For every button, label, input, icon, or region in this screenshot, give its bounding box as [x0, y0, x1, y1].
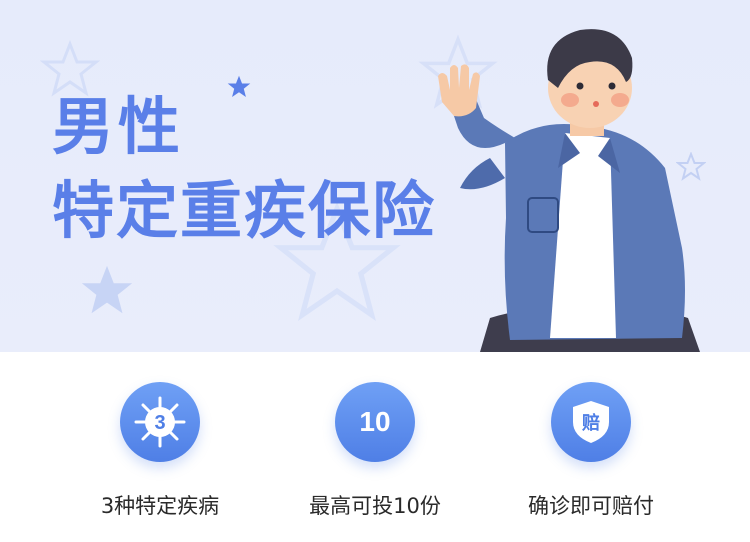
feature-item: 赔 确诊即可赔付 — [491, 382, 691, 520]
shield-compensation-icon: 赔 — [551, 382, 631, 462]
virus-3-icon: 3 — [120, 382, 200, 462]
hero-title-line1: 男性 — [52, 90, 185, 163]
shield-text: 赔 — [582, 412, 600, 434]
hero-title: 男性 特定重疾保险 — [52, 96, 436, 242]
hero-banner: 男性 特定重疾保险 — [0, 0, 750, 352]
hero-title-line2: 特定重疾保险 — [52, 174, 437, 247]
star-filled-icon — [81, 265, 133, 314]
feature-label: 确诊即可赔付 — [528, 494, 654, 518]
virus-3-text: 3 — [154, 412, 165, 434]
features-section: 3 3种特定疾病 10 最高可投10份 赔 确诊即可赔付 — [0, 352, 750, 542]
man-waving-illustration — [438, 29, 700, 352]
feature-label: 3种特定疾病 — [100, 494, 220, 518]
feature-item: 10 最高可投10份 — [275, 382, 475, 520]
number-10-icon: 10 — [335, 382, 415, 462]
feature-item: 3 3种特定疾病 — [60, 382, 260, 520]
number-10-text: 10 — [359, 406, 391, 437]
feature-label: 最高可投10份 — [309, 494, 441, 518]
